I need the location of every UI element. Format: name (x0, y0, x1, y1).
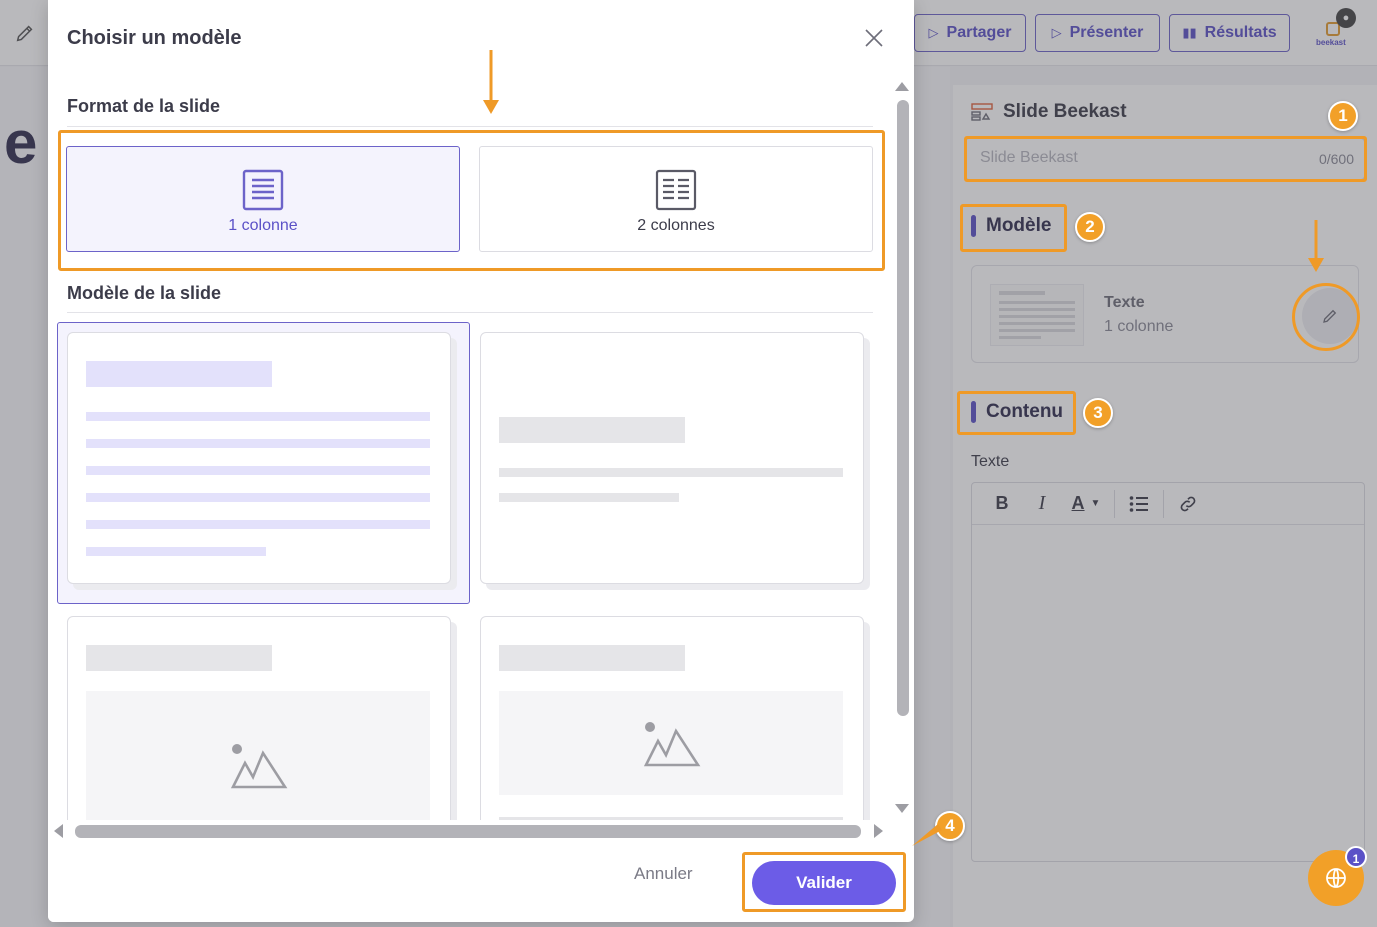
highlight-format-options (58, 130, 885, 271)
format-group-label: Format de la slide (67, 96, 221, 116)
scroll-right-arrow[interactable] (874, 824, 883, 838)
divider (67, 126, 873, 127)
image-icon (230, 744, 288, 789)
close-icon[interactable] (862, 26, 886, 50)
vertical-scroll-thumb[interactable] (897, 100, 909, 716)
template-title-short-text[interactable] (480, 332, 864, 584)
highlight-validate-button (742, 852, 906, 912)
step-badge-1: 1 (1328, 101, 1358, 131)
highlight-model-section (960, 204, 1067, 252)
globe-icon (1326, 868, 1346, 888)
image-placeholder (499, 691, 843, 795)
scroll-left-arrow[interactable] (54, 824, 63, 838)
template-group-label: Modèle de la slide (67, 283, 222, 303)
arrow-down-icon (483, 50, 499, 114)
divider (67, 312, 873, 313)
cancel-button[interactable]: Annuler (634, 864, 693, 884)
step-badge-3: 3 (1083, 398, 1113, 428)
highlight-content-section (957, 391, 1076, 435)
highlight-edit-model (1292, 283, 1360, 351)
scroll-up-arrow[interactable] (895, 82, 909, 91)
image-icon (643, 722, 701, 767)
notification-badge: 1 (1345, 846, 1367, 868)
pointer-arrow-icon (912, 824, 942, 846)
highlight-slide-title (964, 136, 1367, 182)
modal-title: Choisir un modèle (67, 27, 242, 49)
scroll-down-arrow[interactable] (895, 804, 909, 813)
template-title-text[interactable] (67, 332, 451, 584)
step-badge-2: 2 (1075, 212, 1105, 242)
arrow-down-icon (1308, 220, 1324, 272)
horizontal-scroll-thumb[interactable] (75, 825, 861, 838)
